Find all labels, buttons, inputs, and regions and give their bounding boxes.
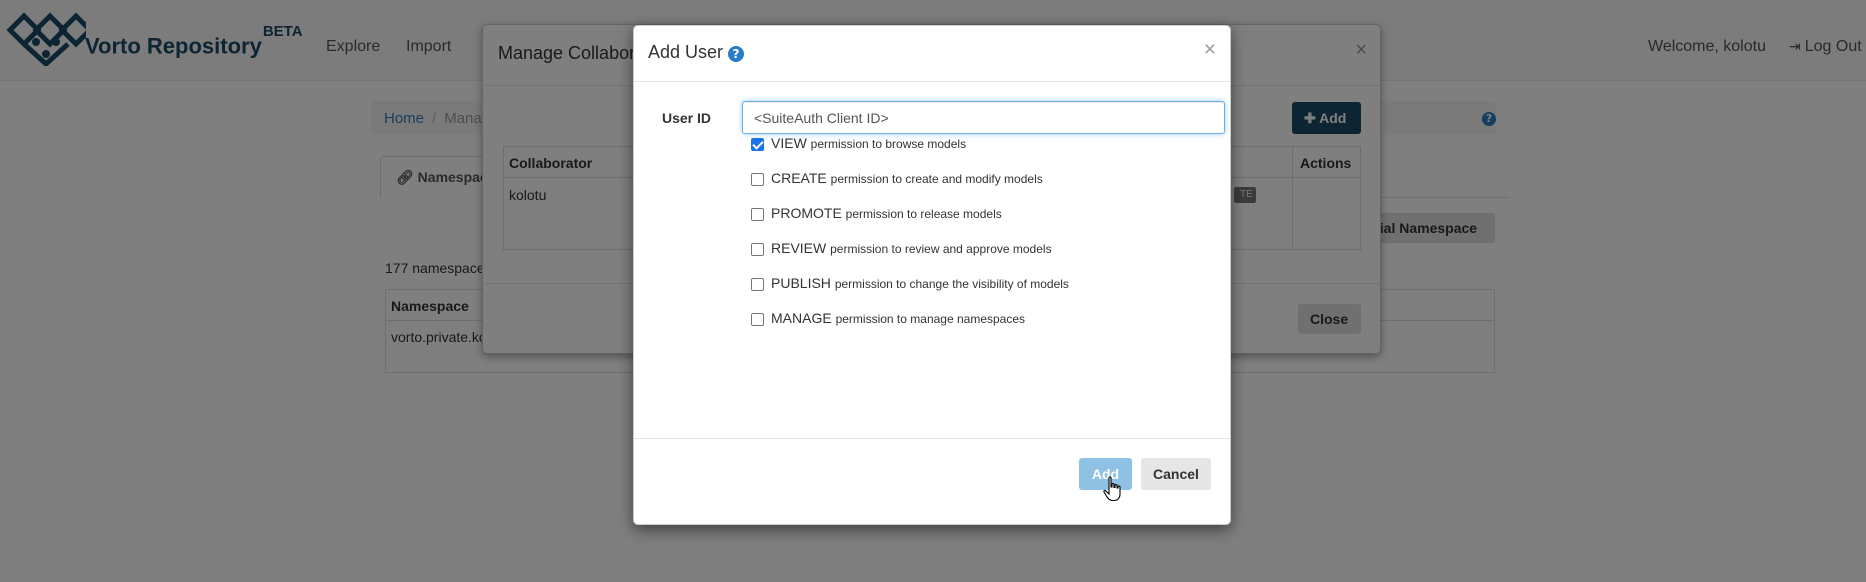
permission-label: CREATE permission to create and modify m… [771, 170, 1043, 186]
user-id-label: User ID [662, 110, 712, 126]
permission-manage-checkbox[interactable] [751, 313, 764, 326]
permission-label: PUBLISH permission to change the visibil… [771, 275, 1069, 291]
permission-description: permission to change the visibility of m… [834, 277, 1069, 291]
permission-create-checkbox[interactable] [751, 173, 764, 186]
modal-title: Add User [648, 42, 724, 62]
permission-promote-checkbox[interactable] [751, 208, 764, 221]
add-user-modal: Add User ? × User ID VIEW permission to … [633, 25, 1231, 525]
hand-cursor-icon [1103, 476, 1121, 502]
permission-publish-checkbox[interactable] [751, 278, 764, 291]
close-icon[interactable]: × [1204, 38, 1216, 62]
permission-description: permission to manage namespaces [835, 312, 1026, 326]
permission-description: permission to release models [845, 207, 1002, 221]
permission-description: permission to browse models [810, 137, 967, 151]
permission-name: PROMOTE [771, 205, 842, 221]
permission-name: CREATE [771, 170, 827, 186]
permission-description: permission to create and modify models [830, 172, 1043, 186]
permission-name: MANAGE [771, 310, 832, 326]
cancel-button[interactable]: Cancel [1141, 458, 1211, 490]
permission-label: REVIEW permission to review and approve … [771, 240, 1052, 256]
permission-label: PROMOTE permission to release models [771, 205, 1002, 221]
permission-review-checkbox[interactable] [751, 243, 764, 256]
permission-description: permission to review and approve models [830, 242, 1052, 256]
permission-view-checkbox[interactable] [751, 138, 764, 151]
permission-name: REVIEW [771, 240, 827, 256]
permission-name: PUBLISH [771, 275, 831, 291]
modal-header: Add User ? × [634, 26, 1230, 82]
help-icon[interactable]: ? [728, 46, 744, 62]
user-id-input[interactable] [742, 101, 1225, 134]
permission-label: MANAGE permission to manage namespaces [771, 310, 1025, 326]
permission-label: VIEW permission to browse models [771, 135, 966, 151]
permission-name: VIEW [771, 135, 807, 151]
